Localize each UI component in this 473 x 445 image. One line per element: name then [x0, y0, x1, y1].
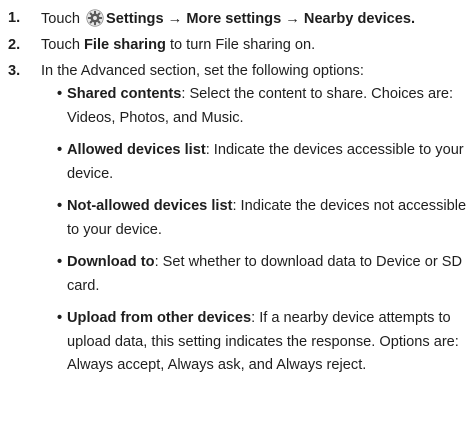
step-number: 2.: [8, 37, 21, 53]
bullet-marker: •: [57, 86, 63, 102]
step-text: Touch Settings → More settings → Nearby …: [41, 9, 416, 27]
option-not-allowed-devices-list: • Not-allowed devices list: Indicate the…: [57, 195, 469, 242]
bullet-marker: •: [57, 310, 63, 326]
settings-gear-icon: [86, 9, 104, 27]
step-text: In the Advanced section, set the followi…: [41, 63, 364, 79]
option-allowed-devices-list: • Allowed devices list: Indicate the dev…: [57, 139, 469, 186]
bullet-marker: •: [57, 142, 63, 158]
option-title: Download to: [67, 254, 155, 270]
option-upload-from-other-devices: • Upload from other devices: If a nearby…: [57, 307, 469, 378]
option-title: Shared contents: [67, 86, 182, 102]
option-title: Upload from other devices: [67, 310, 252, 326]
step-number: 1.: [8, 10, 21, 26]
option-shared-contents: • Shared contents: Select the content to…: [57, 83, 469, 130]
instructions-page: 1. Touch Settings → More settings → Near…: [0, 0, 473, 445]
step-text: Touch File sharing to turn File sharing …: [41, 37, 316, 53]
step-number: 3.: [8, 63, 21, 79]
option-title: Allowed devices list: [67, 142, 206, 158]
bullet-marker: •: [57, 198, 63, 214]
option-title: Not-allowed devices list: [67, 198, 233, 214]
option-download-to: • Download to: Set whether to download d…: [57, 251, 469, 298]
bullet-marker: •: [57, 254, 63, 270]
